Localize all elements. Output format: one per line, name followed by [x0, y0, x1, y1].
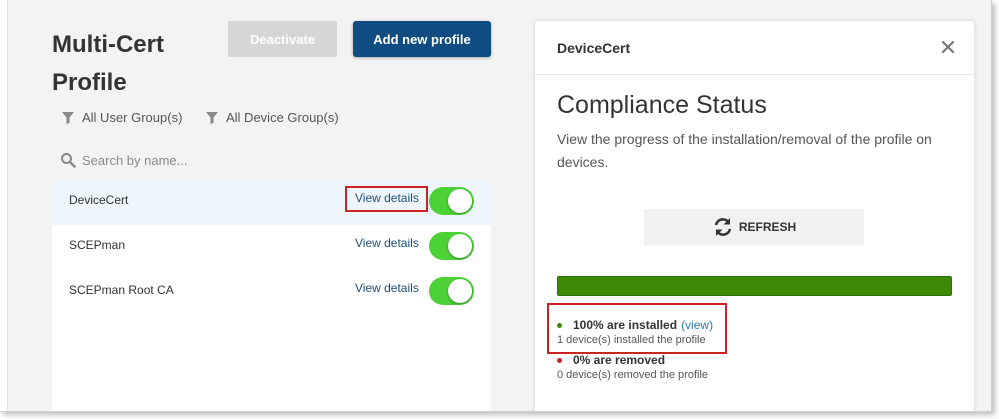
refresh-label: REFRESH — [738, 220, 797, 234]
removed-label: 0% are removed — [573, 353, 666, 367]
installed-stat: 100% are installed (view) 1 device(s) in… — [557, 318, 713, 346]
view-details-link[interactable]: View details — [355, 281, 419, 295]
toggle-knob — [448, 279, 472, 303]
profile-toggle[interactable] — [429, 277, 474, 305]
profile-list: DeviceCert View details SCEPman View det… — [52, 180, 491, 411]
installed-dot-icon — [557, 322, 562, 328]
installed-label: 100% are installed — [573, 318, 678, 332]
profile-name: SCEPman — [69, 238, 126, 252]
view-details-link[interactable]: View details — [355, 236, 419, 250]
add-new-profile-button[interactable]: Add new profile — [353, 21, 491, 57]
device-group-filter-label: All Device Group(s) — [226, 110, 339, 125]
profile-row-scepman-root-ca[interactable]: SCEPman Root CA View details — [52, 270, 491, 315]
user-group-filter[interactable]: All User Group(s) — [62, 110, 182, 125]
close-icon[interactable] — [938, 37, 958, 57]
left-edge — [0, 0, 8, 411]
installed-view-link[interactable]: (view) — [681, 318, 713, 332]
view-details-link[interactable]: View details — [355, 191, 419, 205]
search-input[interactable] — [82, 152, 342, 168]
deactivate-button[interactable]: Deactivate — [228, 21, 337, 57]
refresh-icon — [714, 218, 732, 236]
compliance-status-heading: Compliance Status — [557, 91, 767, 119]
progress-fill — [558, 277, 951, 295]
compliance-description: View the progress of the installation/re… — [557, 131, 932, 170]
compliance-progress-bar — [557, 276, 952, 296]
profile-name: SCEPman Root CA — [69, 283, 174, 297]
toggle-knob — [448, 234, 472, 258]
panel-header: DeviceCert — [535, 21, 974, 75]
refresh-button[interactable]: REFRESH — [644, 209, 864, 245]
user-group-filter-label: All User Group(s) — [82, 110, 183, 125]
toggle-knob — [448, 189, 472, 213]
panel-title: DeviceCert — [557, 40, 631, 56]
profile-row-scepman[interactable]: SCEPman View details — [52, 225, 491, 270]
details-panel: DeviceCert Compliance Status View the pr… — [535, 21, 974, 411]
profile-toggle[interactable] — [429, 187, 474, 215]
removed-detail: 0 device(s) removed the profile — [557, 369, 709, 381]
search-bar — [60, 149, 360, 171]
filter-icon — [206, 111, 218, 124]
removed-dot-icon — [557, 357, 562, 363]
removed-stat: 0% are removed 0 device(s) removed the p… — [557, 353, 708, 381]
profile-toggle[interactable] — [429, 232, 474, 260]
app-frame: Multi-Cert Profile Deactivate Add new pr… — [0, 0, 992, 412]
search-icon — [61, 153, 76, 168]
installed-detail: 1 device(s) installed the profile — [557, 334, 706, 346]
profile-row-devicecert[interactable]: DeviceCert View details — [52, 180, 491, 225]
filter-icon — [62, 111, 74, 124]
profile-name: DeviceCert — [69, 193, 129, 207]
device-group-filter[interactable]: All Device Group(s) — [206, 110, 339, 125]
page-title: Multi-Cert Profile — [52, 31, 164, 96]
